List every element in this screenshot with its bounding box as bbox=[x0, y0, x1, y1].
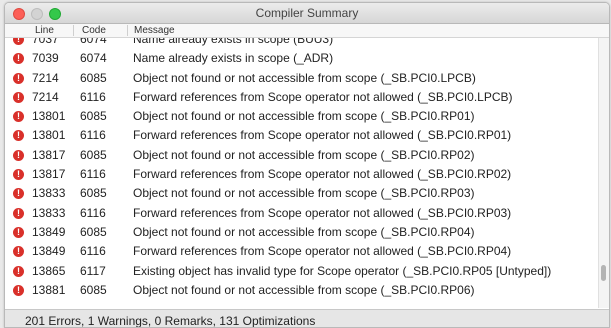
compiler-summary-window: Compiler Summary Line Code Message ! 7037… bbox=[4, 2, 610, 328]
cell-code: 6116 bbox=[80, 244, 106, 259]
cell-line: 13881 bbox=[32, 282, 66, 297]
table-row[interactable]: ! 13881 6085 Object not found or not access… bbox=[5, 281, 599, 300]
error-icon: ! bbox=[13, 188, 24, 200]
cell-code: 6085 bbox=[80, 70, 107, 85]
column-separator[interactable] bbox=[73, 25, 74, 36]
cell-line: 13849 bbox=[32, 244, 66, 259]
cell-message: Forward references from Scope operator n… bbox=[133, 167, 512, 182]
column-header-message[interactable]: Message bbox=[134, 24, 175, 37]
error-icon: ! bbox=[13, 226, 24, 238]
vertical-scrollbar[interactable] bbox=[598, 38, 609, 308]
error-icon: ! bbox=[13, 169, 24, 181]
column-header-line[interactable]: Line bbox=[35, 24, 54, 37]
cell-code: 6085 bbox=[80, 224, 107, 239]
cell-code: 6116 bbox=[80, 128, 106, 143]
column-separator[interactable] bbox=[127, 25, 128, 36]
table-row[interactable]: ! 13833 6085 Object not found or not access… bbox=[5, 184, 599, 203]
cell-message: Object not found or not accessible from … bbox=[133, 147, 475, 162]
cell-line: 13817 bbox=[32, 167, 66, 182]
cell-message: Object not found or not accessible from … bbox=[133, 109, 475, 124]
error-icon: ! bbox=[13, 207, 24, 219]
cell-line: 13801 bbox=[32, 109, 66, 124]
table-row[interactable]: ! 13833 6116 Forward references from Scope … bbox=[5, 204, 599, 223]
column-header-code[interactable]: Code bbox=[82, 24, 106, 37]
status-bar: 201 Errors, 1 Warnings, 0 Remarks, 131 O… bbox=[5, 309, 609, 327]
error-icon: ! bbox=[13, 72, 24, 84]
cell-message: Name already exists in scope (BUU3) bbox=[133, 38, 334, 46]
cell-line: 13801 bbox=[32, 128, 66, 143]
cell-line: 7214 bbox=[32, 70, 59, 85]
cell-code: 6085 bbox=[80, 282, 107, 297]
window-title: Compiler Summary bbox=[255, 6, 359, 20]
cell-line: 13817 bbox=[32, 147, 66, 162]
table-row[interactable]: ! 13865 6117 Existing object has invalid ty… bbox=[5, 262, 599, 281]
cell-message: Object not found or not accessible from … bbox=[133, 186, 475, 201]
cell-line: 7039 bbox=[32, 51, 59, 66]
cell-line: 13833 bbox=[32, 205, 66, 220]
cell-code: 6074 bbox=[80, 51, 107, 66]
table-row[interactable]: ! 13849 6116 Forward references from Scope … bbox=[5, 242, 599, 261]
cell-message: Object not found or not accessible from … bbox=[133, 70, 476, 85]
cell-message: Forward references from Scope operator n… bbox=[133, 89, 513, 104]
cell-message: Forward references from Scope operator n… bbox=[133, 244, 512, 259]
cell-line: 13865 bbox=[32, 263, 66, 278]
cell-code: 6116 bbox=[80, 89, 106, 104]
error-icon: ! bbox=[13, 265, 24, 277]
table-row[interactable]: ! 7214 6085 Object not found or not accessi… bbox=[5, 69, 599, 88]
cell-code: 6085 bbox=[80, 186, 107, 201]
error-icon: ! bbox=[13, 284, 24, 296]
cell-message: Object not found or not accessible from … bbox=[133, 282, 475, 297]
table-row[interactable]: ! 13801 6116 Forward references from Scope … bbox=[5, 126, 599, 145]
table-row[interactable]: ! 13849 6085 Object not found or not access… bbox=[5, 223, 599, 242]
table-row[interactable]: ! 13801 6085 Object not found or not access… bbox=[5, 107, 599, 126]
table-row[interactable]: ! 13817 6085 Object not found or not access… bbox=[5, 146, 599, 165]
cell-code: 6085 bbox=[80, 147, 107, 162]
cell-message: Name already exists in scope (_ADR) bbox=[133, 51, 334, 66]
error-icon: ! bbox=[13, 130, 24, 142]
error-icon: ! bbox=[13, 91, 24, 103]
error-icon: ! bbox=[13, 149, 24, 161]
cell-code: 6116 bbox=[80, 205, 106, 220]
error-icon: ! bbox=[13, 53, 24, 65]
cell-line: 13833 bbox=[32, 186, 66, 201]
cell-message: Existing object has invalid type for Sco… bbox=[133, 263, 552, 278]
title-bar[interactable]: Compiler Summary bbox=[5, 3, 609, 24]
cell-line: 7037 bbox=[32, 38, 59, 46]
cell-line: 7214 bbox=[32, 89, 59, 104]
cell-code: 6085 bbox=[80, 109, 107, 124]
cell-code: 6074 bbox=[80, 38, 107, 46]
message-list[interactable]: ! 7037 6074 Name already exists in scope (B… bbox=[5, 38, 599, 308]
cell-code: 6116 bbox=[80, 167, 106, 182]
table-row[interactable]: ! 13817 6116 Forward references from Scope … bbox=[5, 165, 599, 184]
scrollbar-thumb[interactable] bbox=[601, 265, 606, 281]
cell-message: Object not found or not accessible from … bbox=[133, 224, 475, 239]
error-icon: ! bbox=[13, 111, 24, 123]
table-row[interactable]: ! 7214 6116 Forward references from Scope o… bbox=[5, 88, 599, 107]
table-row[interactable]: ! 7037 6074 Name already exists in scope (B… bbox=[5, 38, 599, 49]
error-icon: ! bbox=[13, 38, 24, 45]
cell-message: Forward references from Scope operator n… bbox=[133, 128, 512, 143]
table-row[interactable]: ! 7039 6074 Name already exists in scope (_… bbox=[5, 49, 599, 68]
cell-message: Forward references from Scope operator n… bbox=[133, 205, 512, 220]
cell-code: 6117 bbox=[80, 263, 106, 278]
cell-line: 13849 bbox=[32, 224, 66, 239]
error-icon: ! bbox=[13, 246, 24, 258]
column-header-row: Line Code Message bbox=[5, 24, 609, 38]
